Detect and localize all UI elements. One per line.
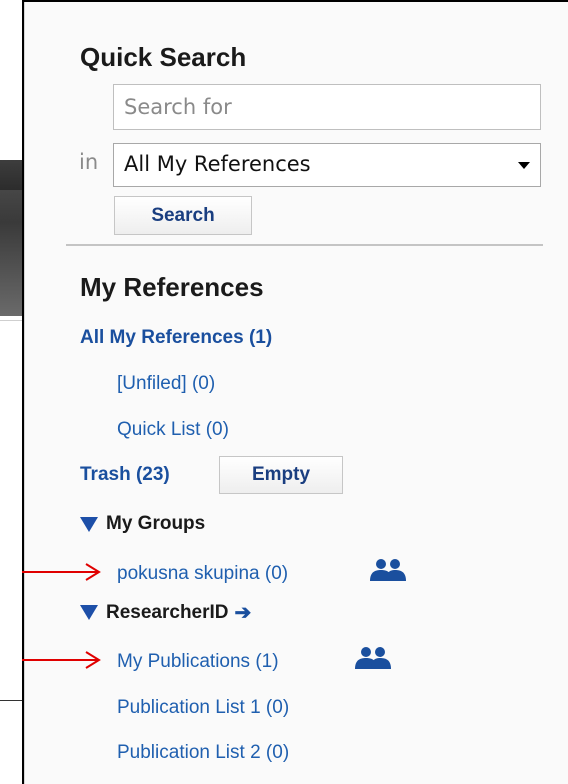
group-link-pokusna-skupina[interactable]: pokusna skupina (0) (117, 563, 288, 585)
search-button[interactable]: Search (114, 196, 252, 235)
search-input[interactable] (113, 84, 541, 130)
publication-list-2-link[interactable]: Publication List 2 (0) (117, 742, 289, 764)
publication-list-1-link[interactable]: Publication List 1 (0) (117, 697, 289, 719)
scope-select-value: All My References (124, 152, 311, 176)
dropdown-caret-icon (518, 162, 530, 169)
empty-trash-button[interactable]: Empty (219, 456, 343, 494)
in-label: in (79, 150, 99, 174)
background-page (0, 0, 22, 784)
my-references-title: My References (80, 272, 264, 302)
triangle-down-icon (80, 516, 98, 532)
annotation-arrow-icon (22, 563, 101, 581)
background-toolbar-top (0, 160, 22, 190)
my-publications-link[interactable]: My Publications (1) (117, 651, 279, 673)
my-groups-title: My Groups (106, 513, 206, 534)
arrow-right-icon[interactable]: ➔ (235, 600, 252, 625)
scope-select[interactable]: All My References (113, 143, 541, 187)
group-icon (370, 559, 406, 581)
quick-list-link[interactable]: Quick List (0) (117, 419, 229, 441)
researcherid-title: ResearcherID (106, 601, 229, 623)
trash-link[interactable]: Trash (23) (80, 464, 170, 486)
background-divider-2 (0, 700, 22, 701)
all-my-references-link[interactable]: All My References (1) (80, 327, 272, 349)
unfiled-link[interactable]: [Unfiled] (0) (117, 373, 215, 395)
background-divider (0, 320, 22, 321)
annotation-arrow-icon (22, 651, 101, 669)
section-divider (66, 244, 543, 246)
triangle-down-icon (80, 605, 98, 620)
researcherid-toggle[interactable]: ResearcherID ➔ (80, 600, 251, 625)
my-groups-toggle[interactable]: My Groups (80, 513, 205, 535)
group-icon (355, 647, 391, 669)
quick-search-title: Quick Search (80, 42, 247, 72)
